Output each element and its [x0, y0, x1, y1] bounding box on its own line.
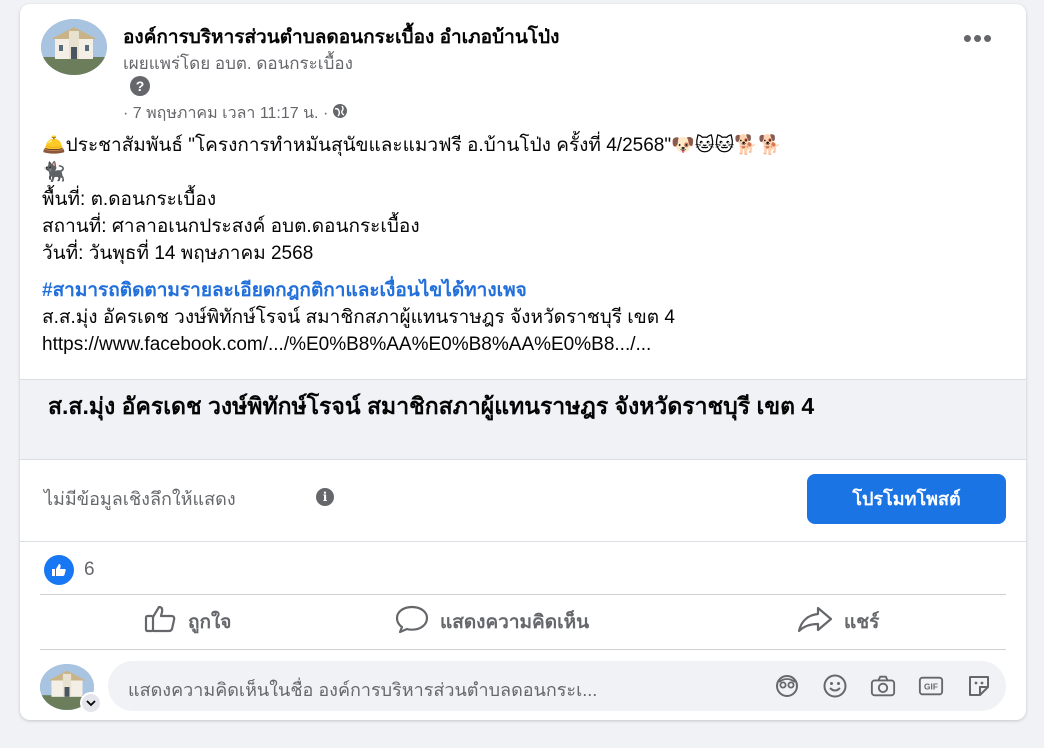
like-reaction-icon[interactable] [44, 555, 74, 585]
divider [40, 594, 1006, 595]
insights-text: ไม่มีข้อมูลเชิงลึกให้แสดง [44, 489, 236, 509]
post-meta: · 7 พฤษภาคม เวลา 11:17 น. · [123, 101, 348, 126]
comment-tools: GIF [774, 673, 992, 699]
divider [40, 649, 1006, 650]
post-headline-line: 🛎️ประชาสัมพันธ์ "โครงการทำหมันสุนัขและแม… [42, 132, 1002, 159]
share-arrow-icon [796, 604, 834, 640]
animal-emojis: 🐶🐱🐱🐕🐕 [671, 135, 782, 156]
comment-button[interactable]: แสดงความคิดเห็น [394, 602, 589, 642]
page-name[interactable]: องค์การบริหารส่วนตำบลดอนกระเบื้อง อำเภอบ… [123, 22, 559, 52]
link-preview[interactable]: ส.ส.มุ่ง อัครเดช วงษ์พิทักษ์โรจน์ สมาชิก… [20, 379, 1026, 460]
link-preview-title[interactable]: ส.ส.มุ่ง อัครเดช วงษ์พิทักษ์โรจน์ สมาชิก… [48, 392, 988, 421]
post-date-line: วันที่: วันพุธที่ 14 พฤษภาคม 2568 [42, 243, 314, 264]
promote-post-button[interactable]: โปรโมทโพสต์ [807, 474, 1006, 524]
info-icon[interactable]: i [316, 488, 334, 506]
hashtag-link[interactable]: #สามารถติดตามรายละเอียดกฎกติกาและเงื่อนไ… [42, 277, 1002, 304]
post-body: 🛎️ประชาสัมพันธ์ "โครงการทำหมันสุนัขและแม… [42, 132, 1002, 358]
divider [20, 541, 1026, 542]
comment-label: แสดงความคิดเห็น [440, 612, 590, 633]
post-card: องค์การบริหารส่วนตำบลดอนกระเบื้อง อำเภอบ… [20, 4, 1026, 720]
emoji-icon[interactable] [822, 673, 848, 699]
post-area: พื้นที่: ต.ดอนกระเบื้อง [42, 189, 217, 210]
comment-input[interactable]: แสดงความคิดเห็นในชื่อ องค์การบริหารส่วนต… [108, 661, 1006, 711]
post-headline: ประชาสัมพันธ์ "โครงการทำหมันสุนัขและแมวฟ… [65, 135, 672, 156]
mp-line: ส.ส.มุ่ง อัครเดช วงษ์พิทักษ์โรจน์ สมาชิก… [42, 307, 675, 328]
sticker-icon[interactable] [966, 673, 992, 699]
bell-emoji: 🛎️ [42, 135, 66, 156]
globe-icon [332, 103, 348, 124]
page-avatar[interactable] [41, 19, 107, 75]
comment-placeholder: แสดงความคิดเห็นในชื่อ องค์การบริหารส่วนต… [128, 680, 598, 700]
speech-bubble-icon [394, 604, 430, 640]
camera-icon[interactable] [870, 673, 896, 699]
share-button[interactable]: แชร์ [796, 602, 879, 642]
thumbs-up-icon [144, 604, 178, 640]
gif-icon[interactable]: GIF [918, 673, 944, 699]
cat-emoji-line: 🐈‍⬛ [42, 162, 66, 183]
avatar-sticker-icon[interactable] [774, 673, 800, 699]
published-by[interactable]: เผยแพร่โดย อบต. ดอนกระเบื้อง [123, 50, 353, 77]
like-button[interactable]: ถูกใจ [144, 602, 231, 642]
chevron-down-icon[interactable] [80, 692, 102, 714]
more-options-button[interactable]: ••• [958, 25, 998, 58]
svg-text:GIF: GIF [924, 682, 938, 692]
post-url[interactable]: https://www.facebook.com/.../%E0%B8%AA%E… [42, 331, 1002, 358]
like-label: ถูกใจ [188, 612, 232, 633]
like-count[interactable]: 6 [84, 559, 95, 581]
help-icon[interactable]: ? [130, 76, 150, 96]
post-date[interactable]: · 7 พฤษภาคม เวลา 11:17 น. · [123, 101, 328, 126]
post-place: สถานที่: ศาลาอเนกประสงค์ อบต.ดอนกระเบื้อ… [42, 216, 420, 237]
share-label: แชร์ [844, 612, 880, 633]
